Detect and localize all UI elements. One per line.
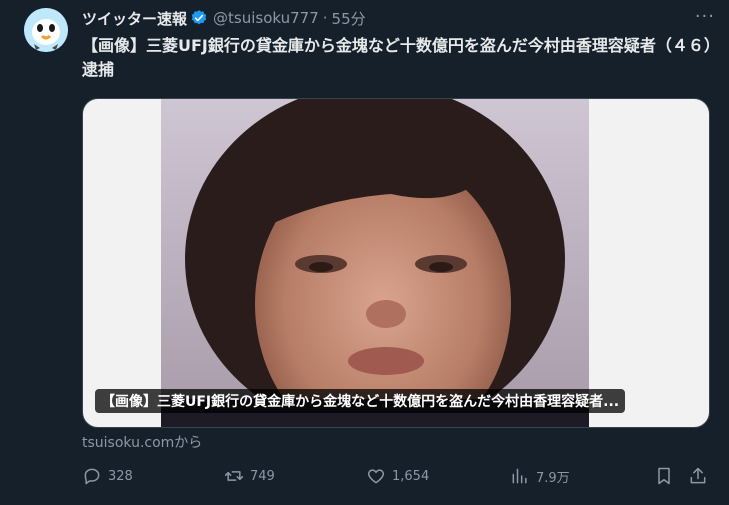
timestamp[interactable]: 55分 [332,8,366,29]
bookmark-icon [658,467,670,485]
heart-icon [367,469,385,484]
share-button[interactable] [688,466,714,486]
tweet[interactable]: ツイッター速報 @tsuisoku777 · 55分 ··· 【画像】三菱UFJ… [0,0,729,505]
retweet-count: 749 [250,468,275,484]
link-card[interactable]: 【画像】三菱UFJ銀行の貸金庫から金塊など十数億円を盗んだ今村由香理容疑者... [82,98,710,428]
reply-count: 328 [108,468,133,484]
views-button[interactable]: 7.9万 [510,466,570,486]
suspect-photo [161,99,589,427]
reply-button[interactable]: 328 [82,466,133,486]
card-caption: 【画像】三菱UFJ銀行の貸金庫から金塊など十数億円を盗んだ今村由香理容疑者... [95,389,626,413]
like-button[interactable]: 1,654 [366,466,429,486]
analytics-icon [512,468,527,484]
separator: · [322,9,328,27]
like-count: 1,654 [392,468,430,484]
user-handle[interactable]: @tsuisoku777 [213,9,319,27]
tweet-text: 【画像】三菱UFJ銀行の貸金庫から金塊など十数億円を盗んだ今村由香理容疑者（４６… [82,36,712,79]
more-options-icon[interactable]: ··· [695,6,715,27]
retweet-icon [224,471,244,481]
share-icon [690,467,706,484]
bookmark-button[interactable] [654,466,680,486]
display-name[interactable]: ツイッター速報 [82,8,187,29]
view-count: 7.9万 [536,470,570,486]
retweet-button[interactable]: 749 [224,466,275,486]
avatar[interactable] [24,8,68,52]
tweet-header: ツイッター速報 @tsuisoku777 · 55分 [82,6,709,30]
reply-icon [84,468,100,485]
bird-mascot-icon [24,8,68,52]
verified-badge-icon [191,10,207,25]
action-bar: 328 749 1,654 7.9万 [82,466,710,494]
link-source[interactable]: tsuisoku.comから [82,432,202,452]
